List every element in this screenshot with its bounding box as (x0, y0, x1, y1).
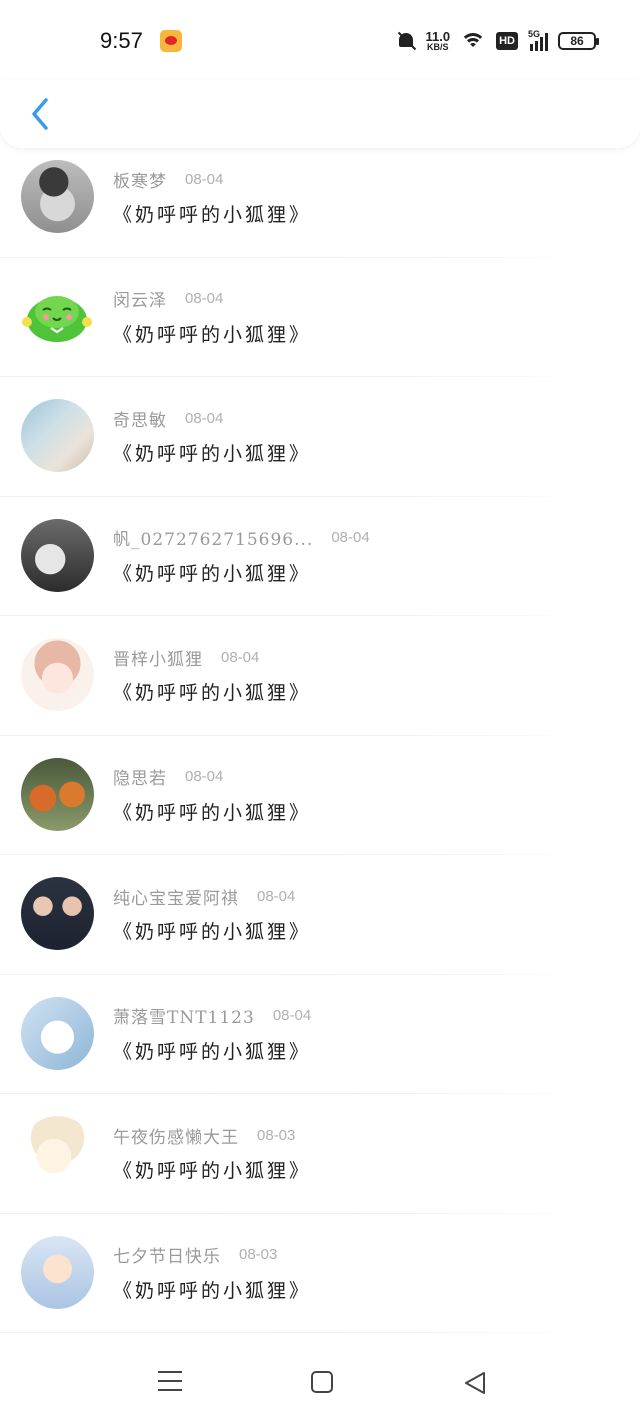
avatar[interactable] (21, 757, 94, 831)
user-name[interactable]: 奇思敏 (113, 406, 167, 431)
back-triangle-icon[interactable] (462, 1370, 488, 1396)
item-meta: 板寒梦 08-04 (113, 167, 224, 192)
list-item[interactable]: 萧落雪TNT1123 08-04 《奶呼呼的小狐狸》 (0, 975, 640, 1094)
top-bar (0, 80, 640, 148)
item-title: 《奶呼呼的小狐狸》 (113, 1160, 312, 1182)
item-date: 08-03 (239, 1246, 278, 1263)
list-item[interactable]: 奇思敏 08-04 《奶呼呼的小狐狸》 (0, 377, 640, 497)
network-type: 5G (528, 29, 541, 39)
avatar[interactable] (21, 877, 94, 950)
user-name[interactable]: 帆_0272762715696... (113, 525, 313, 550)
item-date: 08-04 (221, 648, 260, 666)
net-speed: 11.0 KB/S (426, 30, 451, 52)
menu-icon[interactable] (158, 1371, 182, 1391)
avatar[interactable] (21, 638, 94, 711)
item-meta: 七夕节日快乐 08-03 (113, 1242, 278, 1267)
item-date: 08-04 (185, 170, 224, 188)
item-date: 08-04 (185, 290, 224, 307)
item-date: 08-04 (272, 1007, 312, 1024)
avatar[interactable] (21, 996, 94, 1070)
voter-list: 板寒梦 08-04 《奶呼呼的小狐狸》 闵云泽 08-04 《奶呼呼的小狐狸》 … (0, 138, 640, 1333)
user-name[interactable]: 午夜伤感懒大王 (113, 1123, 239, 1148)
item-title: 《奶呼呼的小狐狸》 (113, 801, 312, 824)
divider (0, 1332, 550, 1333)
avatar[interactable] (21, 160, 94, 233)
item-meta: 萧落雪TNT1123 08-04 (113, 1003, 312, 1028)
weibo-icon (160, 30, 182, 52)
status-bar: 9:57 11.0 KB/S HD 5G 86 (0, 0, 640, 80)
battery-level: 86 (570, 34, 584, 48)
status-time: 9:57 (100, 28, 143, 53)
list-item[interactable]: 纯心宝宝爱阿祺 08-04 《奶呼呼的小狐狸》 (0, 855, 640, 975)
item-meta: 晋梓小狐狸 08-04 (113, 645, 260, 670)
user-name[interactable]: 萧落雪TNT1123 (113, 1003, 255, 1028)
item-meta: 奇思敏 08-04 (113, 406, 224, 431)
item-date: 08-03 (257, 1126, 296, 1144)
avatar[interactable] (21, 399, 94, 472)
chevron-left-icon[interactable] (26, 96, 56, 132)
list-item[interactable]: 晋梓小狐狸 08-04 《奶呼呼的小狐狸》 (0, 616, 640, 736)
item-title: 《奶呼呼的小狐狸》 (113, 921, 312, 943)
battery-icon: 86 (558, 32, 599, 50)
user-name[interactable]: 七夕节日快乐 (113, 1242, 221, 1267)
item-meta: 纯心宝宝爱阿祺 08-04 (113, 884, 296, 909)
hd-icon: HD (496, 32, 518, 50)
avatar[interactable] (21, 1116, 94, 1189)
item-date: 08-04 (331, 529, 370, 546)
system-nav-bar (0, 1340, 640, 1422)
list-item[interactable]: 闵云泽 08-04 《奶呼呼的小狐狸》 (0, 258, 640, 377)
item-title: 《奶呼呼的小狐狸》 (113, 443, 312, 465)
list-item[interactable]: 午夜伤感懒大王 08-03 《奶呼呼的小狐狸》 (0, 1094, 640, 1214)
list-item[interactable]: 隐思若 08-04 《奶呼呼的小狐狸》 (0, 736, 640, 855)
list-item[interactable]: 板寒梦 08-04 《奶呼呼的小狐狸》 (0, 138, 640, 258)
list-item[interactable]: 帆_0272762715696... 08-04 《奶呼呼的小狐狸》 (0, 497, 640, 616)
user-name[interactable]: 晋梓小狐狸 (113, 645, 203, 670)
item-title: 《奶呼呼的小狐狸》 (113, 323, 312, 346)
item-date: 08-04 (185, 409, 224, 427)
item-title: 《奶呼呼的小狐狸》 (113, 204, 312, 226)
item-date: 08-04 (257, 887, 296, 905)
item-meta: 闵云泽 08-04 (113, 286, 224, 311)
item-meta: 午夜伤感懒大王 08-03 (113, 1123, 296, 1148)
avatar[interactable] (21, 518, 94, 592)
item-title: 《奶呼呼的小狐狸》 (113, 562, 312, 585)
bell-off-icon (396, 31, 416, 51)
list-item[interactable]: 七夕节日快乐 08-03 《奶呼呼的小狐狸》 (0, 1214, 640, 1333)
item-title: 《奶呼呼的小狐狸》 (113, 1279, 312, 1302)
user-name[interactable]: 隐思若 (113, 764, 167, 789)
item-title: 《奶呼呼的小狐狸》 (113, 1040, 312, 1063)
signal-icon: 5G (528, 29, 548, 51)
user-name[interactable]: 闵云泽 (113, 286, 167, 311)
avatar[interactable] (21, 279, 94, 353)
item-title: 《奶呼呼的小狐狸》 (113, 682, 312, 704)
user-name[interactable]: 板寒梦 (113, 167, 167, 192)
item-meta: 帆_0272762715696... 08-04 (113, 525, 370, 550)
status-icons: 11.0 KB/S HD 5G 86 (396, 26, 599, 56)
item-date: 08-04 (185, 768, 224, 785)
item-meta: 隐思若 08-04 (113, 764, 224, 789)
home-square-icon[interactable] (311, 1371, 333, 1393)
wifi-icon (460, 31, 487, 51)
net-speed-unit: KB/S (427, 42, 449, 52)
user-name[interactable]: 纯心宝宝爱阿祺 (113, 884, 239, 909)
avatar[interactable] (21, 1235, 94, 1309)
